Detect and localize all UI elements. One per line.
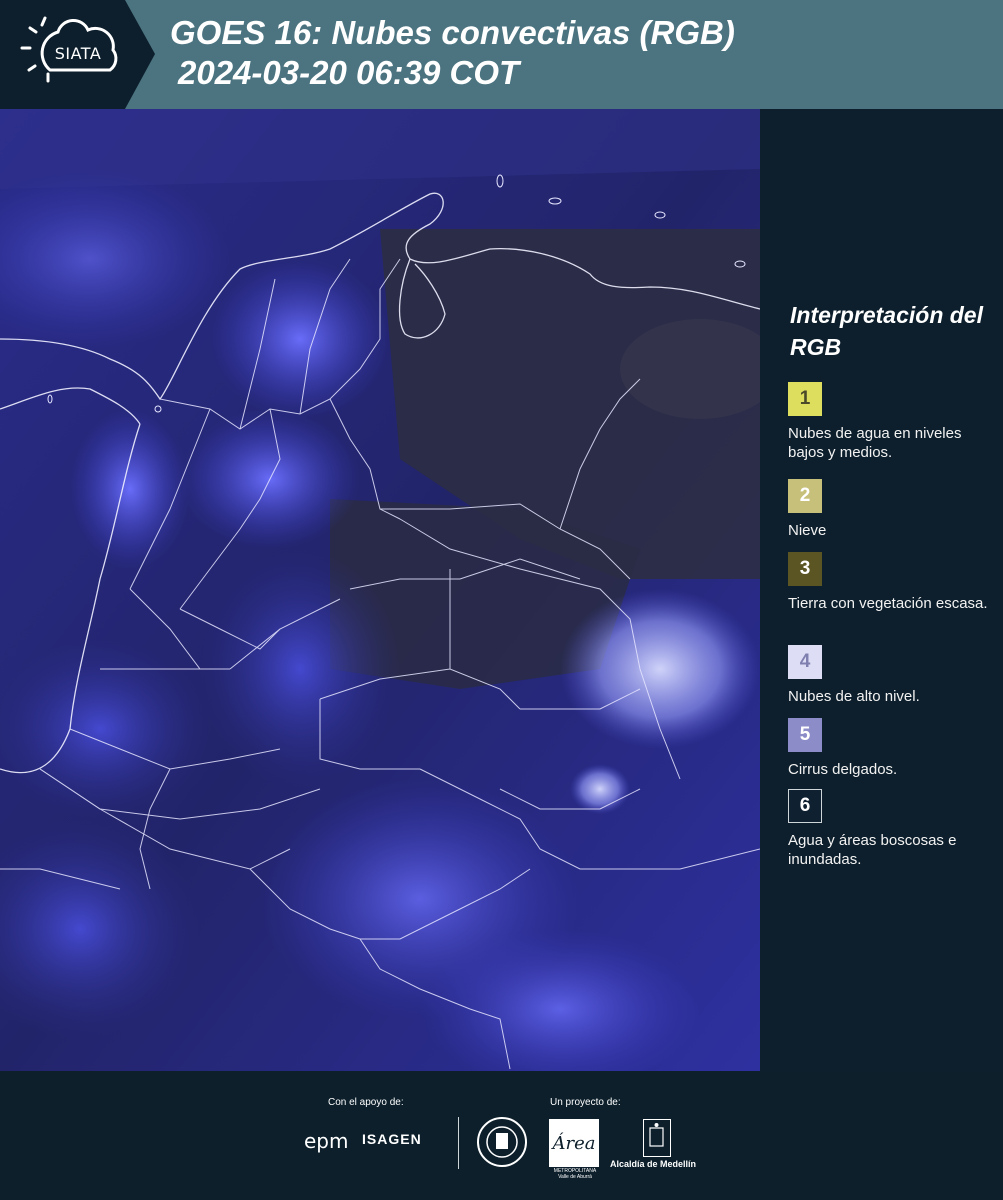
legend-item-2: 2 Nieve xyxy=(788,479,998,540)
satellite-map xyxy=(0,109,760,1071)
footer-divider xyxy=(458,1117,459,1169)
legend-item-6: 6 Agua y áreas boscosas e inundadas. xyxy=(788,789,998,869)
medellin-seal-logo xyxy=(477,1117,527,1167)
legend-swatch-2: 2 xyxy=(788,479,822,513)
legend-label-1: Nubes de agua en niveles bajos y medios. xyxy=(788,425,962,461)
legend-swatch-4: 4 xyxy=(788,645,822,679)
siata-logo: SIATA xyxy=(0,0,155,109)
legend-panel: Interpretación del RGB 1 Nubes de agua e… xyxy=(770,109,1003,1071)
legend-label-3: Tierra con vegetación escasa. xyxy=(788,595,988,612)
alcaldia-text: Alcaldía de Medellín xyxy=(610,1159,697,1169)
legend-label-5: Cirrus delgados. xyxy=(788,761,898,778)
page-timestamp: 2024-03-20 06:39 COT xyxy=(178,54,520,91)
page-title: GOES 16: Nubes convectivas (RGB) xyxy=(170,14,735,51)
footer: Con el apoyo de: Un proyecto de: epm ISA… xyxy=(0,1071,1003,1200)
legend-swatch-5: 5 xyxy=(788,718,822,752)
legend-swatch-3: 3 xyxy=(788,552,822,586)
epm-logo: epm xyxy=(304,1129,349,1153)
legend-title: Interpretación del RGB xyxy=(790,302,983,360)
area-metropolitana-text: METROPOLITANA Valle de Aburrá xyxy=(553,1168,597,1180)
legend-label-4: Nubes de alto nivel. xyxy=(788,688,920,705)
project-label: Un proyecto de: xyxy=(550,1097,621,1108)
legend-item-5: 5 Cirrus delgados. xyxy=(788,718,998,779)
area-metropolitana-logo: Área xyxy=(549,1119,599,1167)
alcaldia-shield-logo xyxy=(643,1119,671,1157)
legend-swatch-6: 6 xyxy=(788,789,822,823)
legend-label-2: Nieve xyxy=(788,522,827,539)
legend-label-6: Agua y áreas boscosas e inundadas. xyxy=(788,832,957,868)
legend-item-1: 1 Nubes de agua en niveles bajos y medio… xyxy=(788,382,998,462)
isagen-logo: ISAGEN xyxy=(362,1131,422,1147)
header-bar: SIATA GOES 16: Nubes convectivas (RGB) 2… xyxy=(0,0,1003,109)
support-label: Con el apoyo de: xyxy=(328,1097,404,1108)
siata-logo-text: SIATA xyxy=(54,44,102,63)
legend-item-4: 4 Nubes de alto nivel. xyxy=(788,645,998,706)
svg-text:Área: Área xyxy=(551,1131,596,1154)
legend-item-3: 3 Tierra con vegetación escasa. xyxy=(788,552,998,613)
legend-swatch-1: 1 xyxy=(788,382,822,416)
